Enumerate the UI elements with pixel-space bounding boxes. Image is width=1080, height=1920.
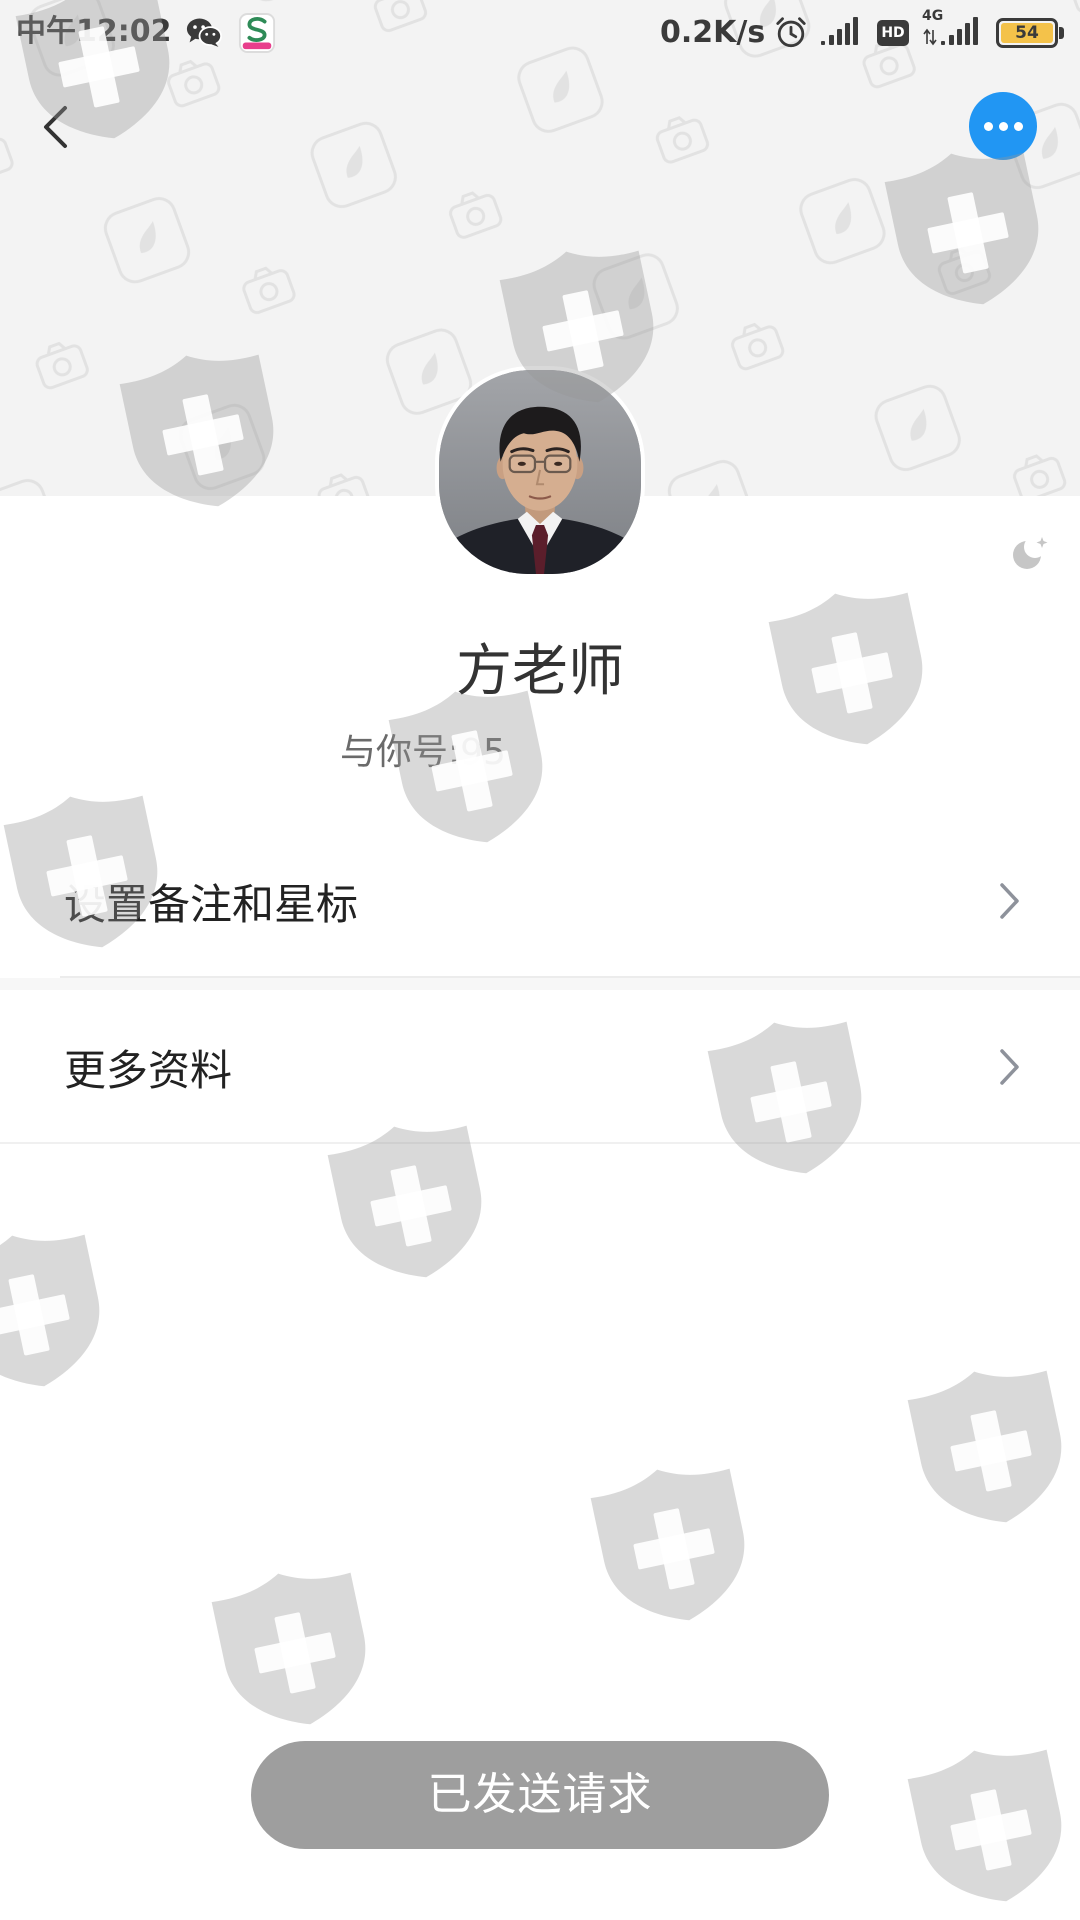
moon-icon[interactable] — [1010, 534, 1050, 572]
battery-icon: 54 — [996, 18, 1058, 48]
wechat-icon — [186, 18, 222, 47]
menu-item-label: 设置备注和星标 — [64, 879, 359, 929]
back-button[interactable] — [30, 98, 82, 156]
menu-item-more-info[interactable]: 更多资料 — [0, 990, 1080, 1144]
hd-icon: HD — [877, 20, 909, 46]
avatar-photo — [439, 370, 641, 574]
chevron-right-icon — [1000, 883, 1019, 919]
status-bar: 中午12:02 0.2K/s HD 4G 54 — [0, 0, 1080, 66]
shield-cross-icon — [904, 1735, 1076, 1917]
shield-cross-icon — [904, 1356, 1076, 1538]
section-gap — [0, 978, 1080, 990]
battery-nub — [1059, 27, 1064, 39]
4g-signal-icon — [941, 17, 978, 45]
request-sent-button[interactable]: 已发送请求 — [251, 1741, 829, 1849]
divider — [0, 1142, 1080, 1144]
avatar[interactable] — [435, 366, 645, 578]
status-time: 中午12:02 — [16, 14, 172, 49]
shield-cross-icon — [0, 1220, 114, 1402]
app-notification-icon — [238, 13, 276, 53]
profile-screen: 中午12:02 0.2K/s HD 4G 54 方老师 与你号:95 设置备注和… — [0, 0, 1080, 1920]
data-arrows-icon — [923, 28, 937, 46]
signal-icon — [821, 17, 858, 45]
menu-item-remark-star[interactable]: 设置备注和星标 — [0, 826, 1080, 976]
more-options-button[interactable] — [969, 92, 1037, 160]
menu-item-label: 更多资料 — [64, 1045, 233, 1095]
shield-cross-icon — [587, 1454, 759, 1636]
chevron-right-icon — [1000, 1049, 1019, 1085]
alarm-icon — [776, 17, 806, 48]
network-speed: 0.2K/s — [660, 15, 766, 50]
chevron-left-icon — [44, 106, 67, 148]
more-dots-icon — [998, 121, 1008, 131]
more-dots-icon — [1013, 121, 1023, 131]
account-number: 与你号:95 — [340, 732, 506, 773]
profile-name: 方老师 — [456, 639, 624, 704]
shield-cross-icon — [208, 1558, 380, 1740]
more-dots-icon — [983, 121, 993, 131]
battery-level: 54 — [1015, 23, 1039, 43]
